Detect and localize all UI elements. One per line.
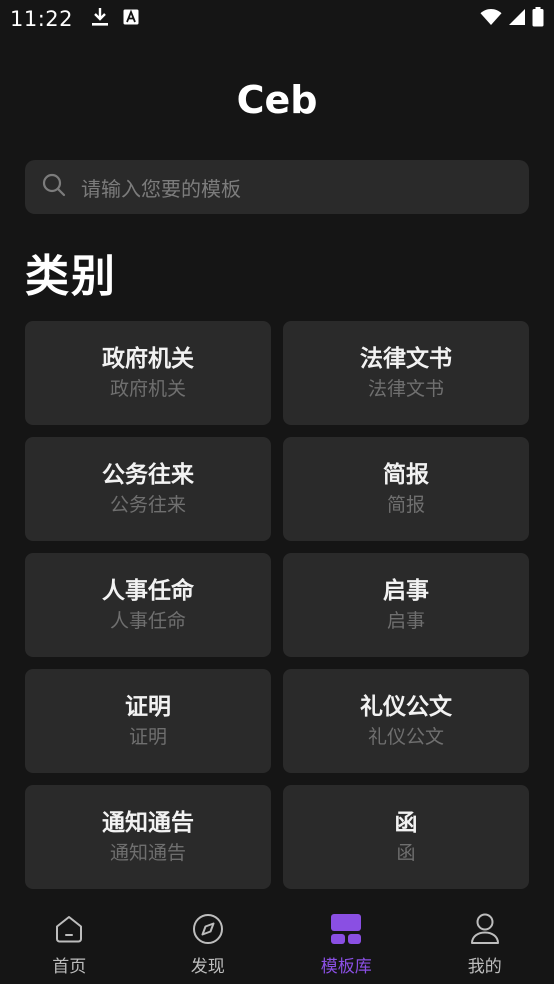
section-title: 类别	[25, 251, 117, 302]
category-subtitle: 函	[396, 842, 416, 864]
download-icon	[91, 7, 109, 31]
category-title: 通知通告	[102, 810, 194, 836]
search-placeholder: 请输入您要的模板	[81, 176, 241, 201]
category-title: 公务往来	[102, 462, 194, 488]
category-subtitle: 法律文书	[367, 378, 444, 400]
category-card[interactable]: 人事任命 人事任命	[25, 553, 271, 657]
status-time: 11:22	[10, 7, 74, 31]
category-subtitle: 启事	[386, 610, 425, 632]
status-notification-icons	[91, 7, 139, 31]
search-icon	[41, 172, 67, 202]
category-subtitle: 证明	[128, 726, 167, 748]
category-card[interactable]: 政府机关 政府机关	[25, 321, 271, 425]
category-title: 礼仪公文	[360, 694, 452, 720]
category-card[interactable]: 启事 启事	[283, 553, 529, 657]
category-title: 法律文书	[360, 346, 452, 372]
category-title: 函	[394, 810, 418, 836]
home-icon	[52, 912, 86, 946]
category-card[interactable]: 通知通告 通知通告	[25, 785, 271, 889]
compass-icon	[191, 912, 225, 946]
wifi-icon	[480, 8, 502, 30]
nav-label-home: 首页	[52, 957, 87, 977]
nav-item-discover[interactable]: 发现	[139, 900, 278, 984]
category-subtitle: 政府机关	[109, 378, 186, 400]
category-card[interactable]: 礼仪公文 礼仪公文	[283, 669, 529, 773]
search-input[interactable]: 请输入您要的模板	[25, 160, 529, 214]
category-title: 人事任命	[102, 578, 194, 604]
status-bar: 11:22	[0, 0, 554, 38]
template-library-icon	[329, 912, 363, 946]
nav-item-template-library[interactable]: 模板库	[277, 900, 416, 984]
category-subtitle: 公务往来	[109, 494, 186, 516]
category-subtitle: 通知通告	[109, 842, 186, 864]
nav-item-profile[interactable]: 我的	[416, 900, 554, 984]
app-title: Ceb	[236, 78, 318, 122]
category-card[interactable]: 函 函	[283, 785, 529, 889]
category-title: 简报	[383, 462, 429, 488]
category-card[interactable]: 法律文书 法律文书	[283, 321, 529, 425]
profile-icon	[468, 912, 502, 946]
category-card[interactable]: 公务往来 公务往来	[25, 437, 271, 541]
cell-signal-icon	[508, 8, 526, 30]
category-card[interactable]: 证明 证明	[25, 669, 271, 773]
nav-label-profile: 我的	[467, 957, 502, 977]
category-subtitle: 简报	[386, 494, 425, 516]
font-a-icon	[123, 9, 139, 29]
category-title: 政府机关	[102, 346, 194, 372]
nav-label-discover: 发现	[190, 957, 225, 977]
category-title: 证明	[125, 694, 171, 720]
category-card[interactable]: 简报 简报	[283, 437, 529, 541]
battery-icon	[532, 7, 544, 31]
category-grid: 政府机关 政府机关 法律文书 法律文书 公务往来 公务往来 简报 简报 人事任命…	[25, 321, 529, 889]
bottom-nav: 首页 发现 模板库 我的	[0, 900, 554, 984]
category-subtitle: 礼仪公文	[367, 726, 444, 748]
category-subtitle: 人事任命	[109, 610, 186, 632]
status-system-icons	[480, 7, 544, 31]
nav-item-home[interactable]: 首页	[0, 900, 139, 984]
nav-label-template-library: 模板库	[320, 957, 372, 977]
category-title: 启事	[383, 578, 429, 604]
